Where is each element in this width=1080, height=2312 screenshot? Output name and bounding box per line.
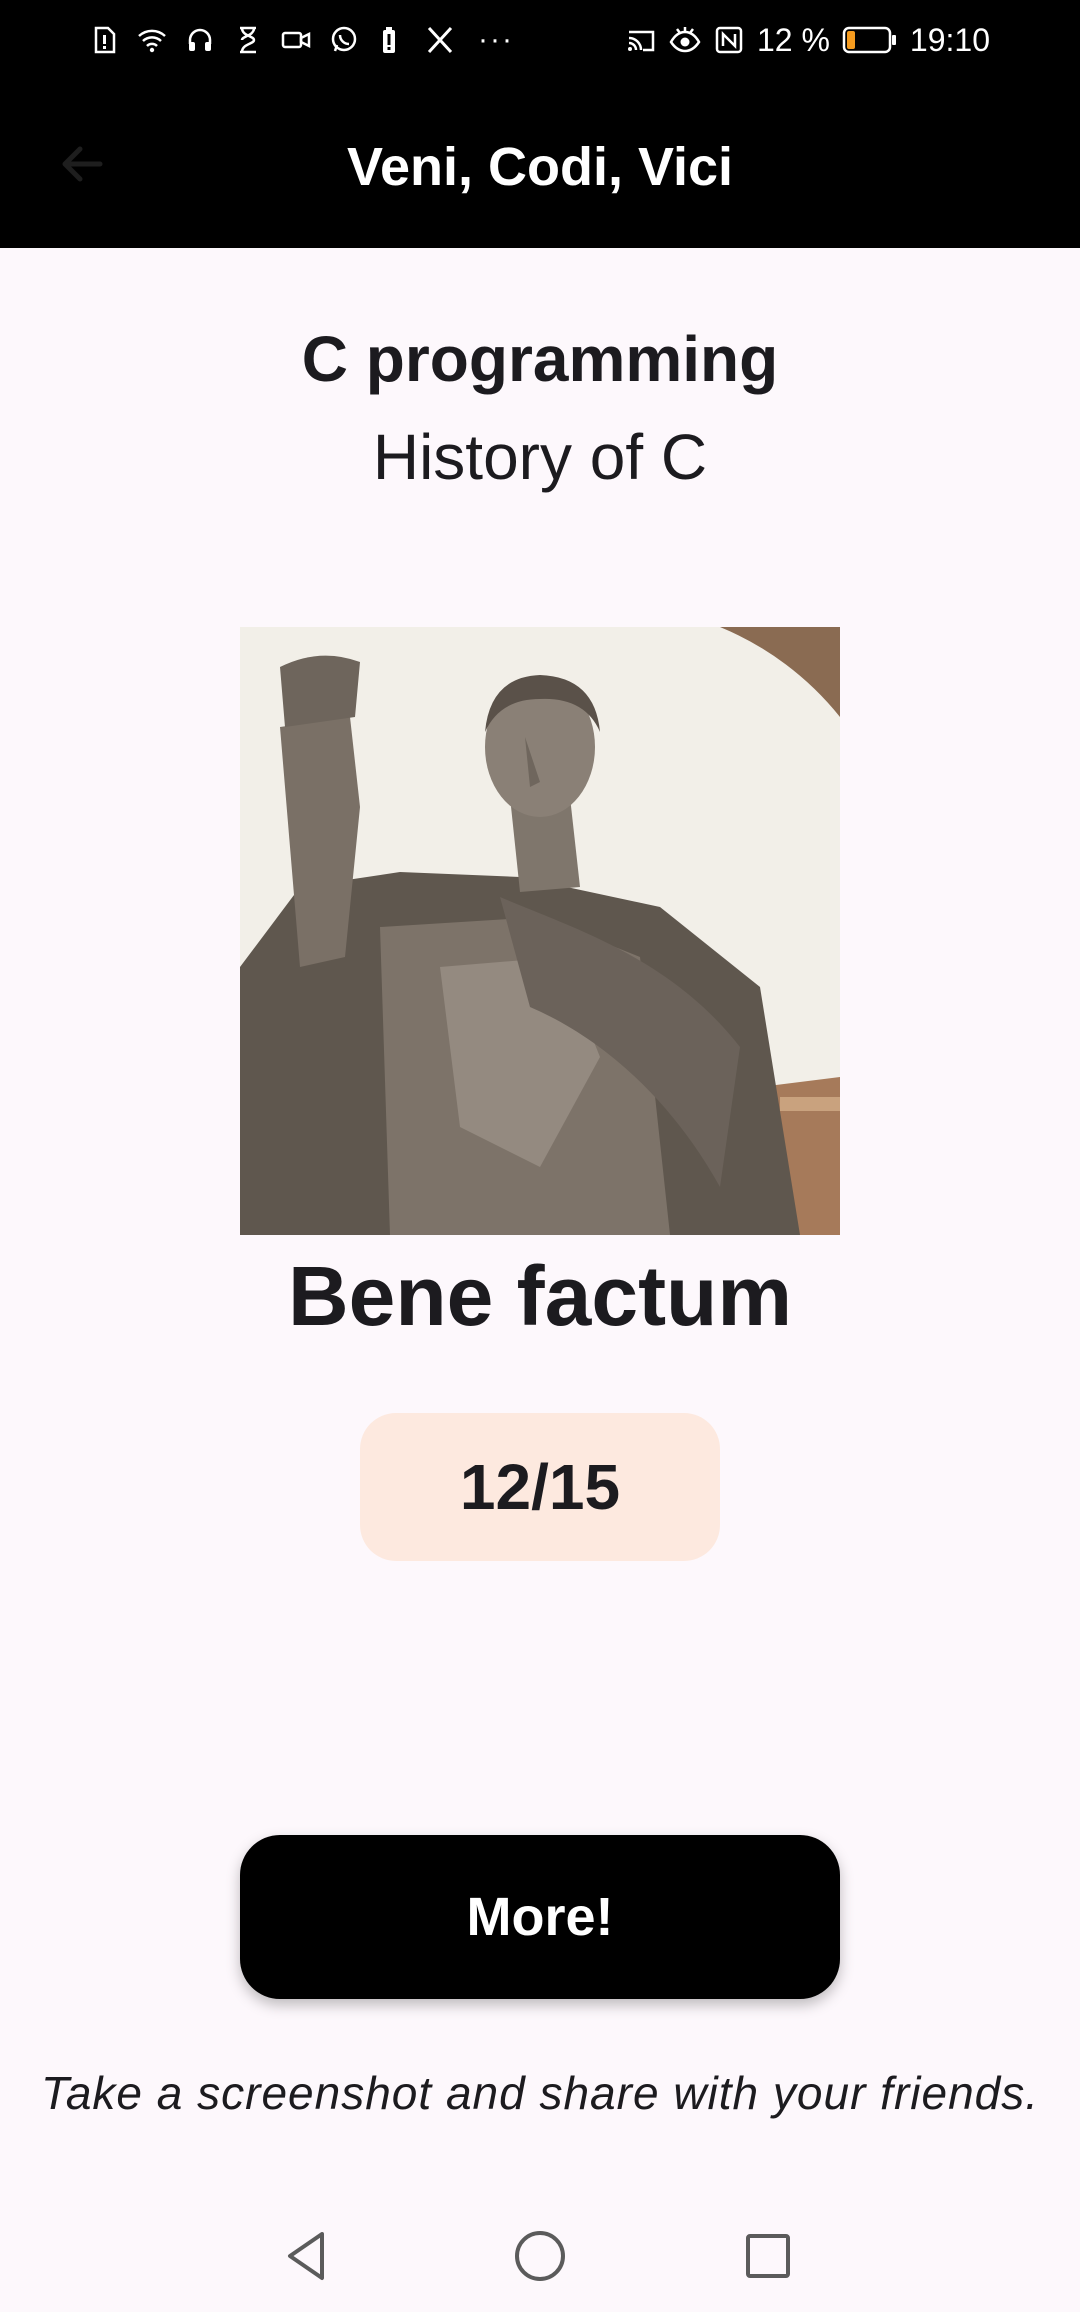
cast-icon (625, 24, 657, 56)
nav-home-button[interactable] (510, 2226, 570, 2286)
more-button-label: More! (466, 1887, 614, 1947)
score-value: 12/15 (459, 1451, 621, 1523)
nav-recents-button[interactable] (738, 2226, 798, 2286)
nav-back-button[interactable] (278, 2226, 338, 2286)
clock: 19:10 (909, 21, 990, 58)
headset-icon (184, 24, 216, 56)
battery-alert-icon (376, 24, 408, 56)
course-title: C programming (301, 323, 779, 395)
battery-percent: 12 % (756, 21, 830, 58)
eye-icon (669, 24, 701, 56)
sim-alert-icon (88, 24, 120, 56)
more-button[interactable]: More! (240, 1835, 840, 1999)
whatsapp-icon (328, 24, 360, 56)
system-nav-bar (0, 2200, 1080, 2312)
battery-icon (842, 26, 898, 54)
statue-image (240, 627, 840, 1235)
share-hint: Take a screenshot and share with your fr… (40, 2067, 1040, 2119)
recents-square-icon (746, 2234, 790, 2278)
hourglass-icon (232, 24, 264, 56)
video-icon (280, 24, 312, 56)
system-icons: 12 % 19:10 (625, 20, 990, 60)
wifi-icon (136, 24, 168, 56)
result-title: Bene factum (287, 1249, 793, 1343)
app-title: Veni, Codi, Vici (346, 137, 734, 197)
x-icon (424, 24, 456, 56)
more-notifications: ··· (478, 23, 514, 56)
app-bar: Veni, Codi, Vici (0, 80, 1080, 248)
lesson-title: History of C (372, 421, 708, 493)
score-badge: 12/15 (360, 1413, 720, 1561)
back-triangle-icon (288, 2232, 324, 2280)
notification-icons: ··· (88, 20, 514, 60)
home-circle-icon (515, 2231, 565, 2281)
nfc-icon (713, 24, 745, 56)
status-bar: ··· 12 % 19:10 (0, 0, 1080, 80)
